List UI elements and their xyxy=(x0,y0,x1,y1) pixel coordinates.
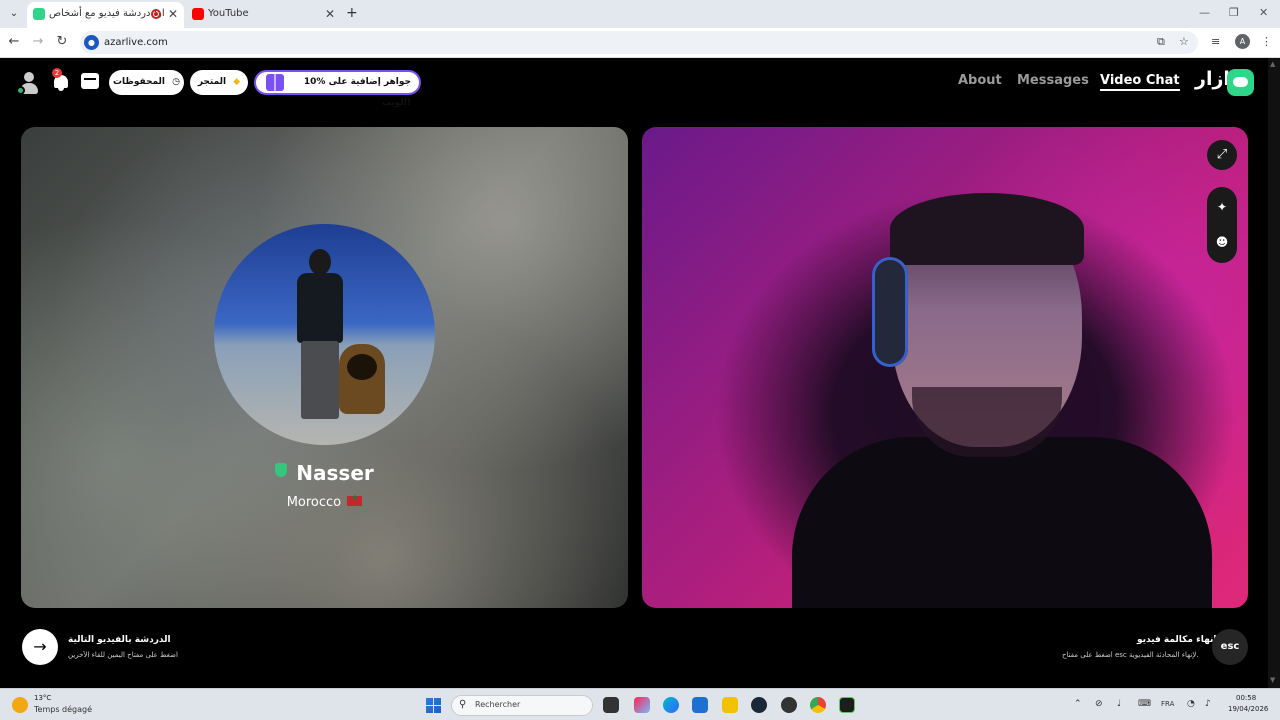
notifications-bell-icon[interactable]: 2 xyxy=(52,68,70,92)
reading-list-icon[interactable]: ≡ xyxy=(1211,35,1220,48)
peer-video-panel: Nasser Morocco xyxy=(21,127,628,608)
next-chat-hint: اضغط على مفتاح اليمين للقاء الآخرين xyxy=(68,651,178,659)
microsoft-store-icon[interactable] xyxy=(692,697,708,713)
menu-kebab-icon[interactable]: ⋮ xyxy=(1261,35,1272,48)
end-call-title: إنهاء مكالمة فيديو xyxy=(1137,635,1217,645)
task-view-icon[interactable] xyxy=(603,697,619,713)
bookmark-star-icon[interactable]: ☆ xyxy=(1179,35,1189,48)
inbox-box-icon[interactable] xyxy=(81,73,99,89)
page-scrollbar[interactable]: ▲ ▼ xyxy=(1268,58,1280,688)
app-icon[interactable] xyxy=(781,697,797,713)
edge-browser-icon[interactable] xyxy=(663,697,679,713)
steam-icon[interactable] xyxy=(751,697,767,713)
azar-favicon-icon xyxy=(33,8,45,20)
camera-effects-toolbar: ✦ ☻ xyxy=(1207,187,1237,263)
minimize-icon[interactable]: — xyxy=(1199,6,1210,19)
browser-toolbar: ← → ↻ ● azarlive.com ⧉ ☆ ≡ A ⋮ xyxy=(0,28,1280,58)
nav-video-chat-link[interactable]: Video Chat xyxy=(1100,73,1180,91)
notification-badge: 2 xyxy=(52,68,62,78)
promo-gems-button[interactable]: 10% جواهر إضافية على الويب! xyxy=(254,70,421,108)
peer-profile-photo xyxy=(214,224,435,445)
tab-search-chevron-icon[interactable]: ⌄ xyxy=(6,6,22,22)
windows-taskbar: 13°C Temps dégagé ⚲ Rechercher ⌃ ⊘ ♩ ⌨ F… xyxy=(0,688,1280,720)
saved-label: المحفوظات xyxy=(112,77,165,87)
profile-avatar[interactable]: A xyxy=(1235,34,1250,49)
weather-description[interactable]: Temps dégagé xyxy=(34,705,92,714)
azar-app: ▲ ▼ 2 المحفوظات ◷ المتجر ◆ 10% جواهر إضا… xyxy=(0,58,1280,688)
end-call-esc-button[interactable]: esc xyxy=(1212,629,1248,665)
terminal-app-icon[interactable] xyxy=(839,697,855,713)
close-tab-icon[interactable]: ✕ xyxy=(325,2,335,26)
user-profile-icon[interactable] xyxy=(16,70,42,96)
end-call-hint: اضغط على مفتاح esc لإنهاء المحادثة الفيد… xyxy=(1062,651,1199,659)
network-off-icon[interactable]: ⊘ xyxy=(1095,699,1103,709)
copilot-icon[interactable] xyxy=(634,697,650,713)
windows-start-icon[interactable] xyxy=(426,698,441,713)
verified-shield-icon xyxy=(275,463,288,477)
input-language[interactable]: FRA xyxy=(1161,700,1174,708)
search-icon: ⚲ xyxy=(459,699,467,710)
nav-messages-link[interactable]: Messages xyxy=(1017,73,1089,88)
gift-icon xyxy=(266,74,284,91)
azar-logo-text[interactable]: ازار xyxy=(1195,68,1230,90)
azar-logo-icon[interactable] xyxy=(1227,69,1254,96)
scroll-down-arrow-icon[interactable]: ▼ xyxy=(1270,676,1275,684)
chrome-icon[interactable] xyxy=(810,697,826,713)
new-tab-plus-icon[interactable]: + xyxy=(346,5,358,21)
browser-tab-strip: ⌄ أزار: دردشة فيديو مع أشخاص ✕ YouTube ✕… xyxy=(0,0,1280,28)
keyboard-icon[interactable]: ⌨ xyxy=(1138,699,1151,709)
next-chat-button[interactable]: → xyxy=(22,629,58,665)
volume-icon[interactable]: ♪ xyxy=(1205,699,1211,709)
wifi-icon[interactable]: ◔ xyxy=(1187,699,1195,709)
magic-wand-effects-icon[interactable]: ✦ xyxy=(1207,200,1237,214)
forward-arrow-icon[interactable]: → xyxy=(30,34,46,50)
restore-icon[interactable]: ❐ xyxy=(1229,6,1239,19)
self-camera-panel xyxy=(642,127,1248,608)
taskbar-search-box[interactable]: ⚲ Rechercher xyxy=(451,695,593,716)
morocco-flag-icon xyxy=(347,493,363,506)
nav-about-link[interactable]: About xyxy=(958,73,1002,88)
tab-title: YouTube xyxy=(208,8,249,19)
weather-temperature[interactable]: 13°C xyxy=(34,694,51,702)
clock-time[interactable]: 00:58 xyxy=(1236,694,1256,702)
face-filter-icon[interactable]: ☻ xyxy=(1207,235,1237,249)
site-camera-icon[interactable]: ● xyxy=(84,35,99,50)
clock-icon: ◷ xyxy=(172,77,180,87)
clock-date[interactable]: 19/04/2026 xyxy=(1228,705,1268,713)
peer-country: Morocco xyxy=(286,495,342,510)
peer-username: Nasser xyxy=(296,461,374,485)
gem-icon: ◆ xyxy=(233,77,241,87)
file-explorer-icon[interactable] xyxy=(722,697,738,713)
microphone-icon[interactable]: ♩ xyxy=(1117,699,1121,709)
next-chat-title: الدردشة بالفيديو التالية xyxy=(68,635,171,645)
fullscreen-expand-button[interactable]: ⤢ xyxy=(1207,140,1237,170)
address-bar[interactable]: ● azarlive.com ⧉ ☆ xyxy=(80,31,1198,54)
show-hidden-icons-chevron-icon[interactable]: ⌃ xyxy=(1074,699,1082,709)
shop-label: المتجر xyxy=(197,77,227,87)
shop-button[interactable]: المتجر ◆ xyxy=(190,70,248,95)
recording-indicator-icon xyxy=(151,9,161,19)
self-camera-feed xyxy=(792,187,1212,608)
close-tab-icon[interactable]: ✕ xyxy=(168,2,178,26)
back-arrow-icon[interactable]: ← xyxy=(6,34,22,50)
youtube-favicon-icon xyxy=(192,8,204,20)
taskbar-search-placeholder: Rechercher xyxy=(475,700,521,709)
peer-name-row: Nasser xyxy=(21,461,628,485)
tab-azar[interactable]: أزار: دردشة فيديو مع أشخاص ✕ xyxy=(27,2,184,28)
weather-moon-icon[interactable] xyxy=(12,697,28,713)
close-window-icon[interactable]: ✕ xyxy=(1259,6,1268,19)
peer-country-row: Morocco xyxy=(21,493,628,510)
scroll-up-arrow-icon[interactable]: ▲ xyxy=(1270,60,1275,68)
url-text: azarlive.com xyxy=(104,37,168,48)
reload-icon[interactable]: ↻ xyxy=(54,34,70,50)
saved-button[interactable]: المحفوظات ◷ xyxy=(109,70,184,95)
install-app-icon[interactable]: ⧉ xyxy=(1157,35,1165,49)
promo-label: 10% جواهر إضافية على الويب! xyxy=(303,77,411,108)
tab-title: أزار: دردشة فيديو مع أشخاص xyxy=(49,8,164,19)
tab-youtube[interactable]: YouTube ✕ xyxy=(186,2,341,28)
